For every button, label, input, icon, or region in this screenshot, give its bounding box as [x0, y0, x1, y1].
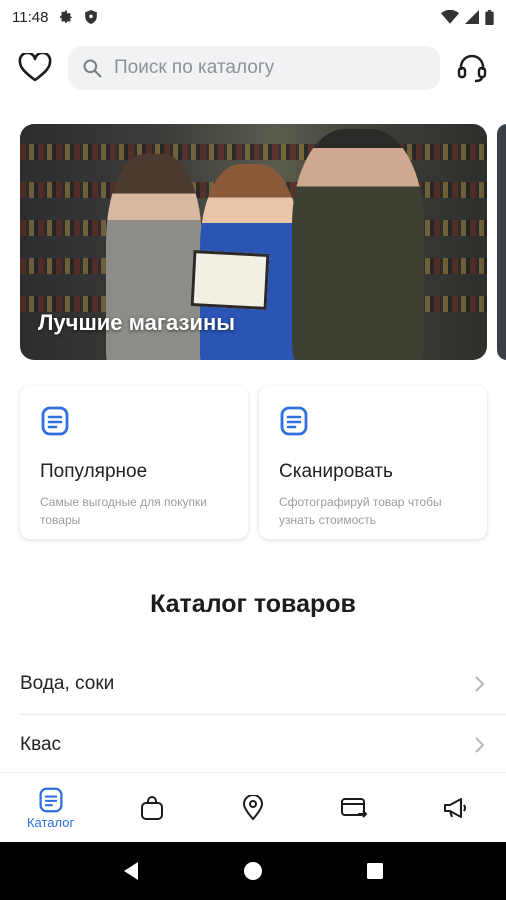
- favorites-heart-icon[interactable]: [18, 53, 52, 83]
- next-banner-peek[interactable]: [497, 124, 506, 360]
- nav-stores[interactable]: [202, 773, 303, 843]
- back-triangle-icon[interactable]: [122, 861, 140, 881]
- catalog-item[interactable]: Квас: [0, 715, 506, 775]
- chevron-right-icon: [475, 737, 485, 753]
- catalog-icon: [39, 787, 63, 812]
- catalog-item-label: Квас: [20, 734, 62, 755]
- bag-icon: [140, 796, 163, 820]
- top-bar: [0, 44, 506, 92]
- card-title: Сканировать: [279, 461, 393, 482]
- wifi-icon: [441, 10, 459, 24]
- nav-label: Каталог: [26, 814, 75, 830]
- nav-bag[interactable]: [101, 773, 202, 843]
- signal-icon: [465, 10, 479, 24]
- catalog-item[interactable]: Вода, соки: [0, 654, 506, 714]
- bottom-navigation: Каталог: [0, 772, 506, 843]
- scan-card[interactable]: Сканировать Сфотографируй товар чтобы уз…: [259, 386, 487, 539]
- megaphone-icon: [444, 798, 467, 818]
- chevron-right-icon: [475, 676, 485, 692]
- search-box[interactable]: [68, 46, 440, 90]
- status-time: 11:48: [12, 8, 49, 26]
- document-list-icon: [41, 406, 69, 436]
- card-title: Популярное: [40, 461, 148, 482]
- document-list-icon: [280, 406, 308, 436]
- card-description: Самые выгодные для покупки товары: [40, 495, 207, 527]
- search-input[interactable]: [112, 56, 416, 80]
- promo-banner[interactable]: Лучшие магазины: [20, 124, 487, 360]
- home-circle-icon[interactable]: [243, 861, 263, 881]
- nav-cards[interactable]: [304, 773, 405, 843]
- popular-card[interactable]: Популярное Самые выгодные для покупки то…: [20, 386, 248, 539]
- location-pin-icon: [242, 795, 264, 821]
- card-description: Сфотографируй товар чтобы узнать стоимос…: [279, 495, 442, 527]
- support-headset-icon[interactable]: [456, 52, 488, 84]
- recents-square-icon[interactable]: [366, 862, 384, 880]
- status-bar: 11:48: [0, 0, 506, 34]
- battery-icon: [485, 9, 494, 25]
- search-icon: [83, 59, 102, 78]
- shelf-bottles: [20, 144, 487, 160]
- catalog-item-label: Вода, соки: [20, 673, 115, 694]
- person-photo: [292, 129, 424, 360]
- shield-icon: [85, 10, 98, 24]
- settings-icon: [60, 10, 73, 23]
- nav-promotions[interactable]: [405, 773, 506, 843]
- nav-catalog[interactable]: Каталог: [0, 773, 101, 843]
- certificate-frame: [190, 250, 270, 310]
- system-navigation-bar: [0, 842, 506, 900]
- banner-title: Лучшие магазины: [38, 310, 236, 335]
- catalog-heading: Каталог товаров: [150, 590, 356, 618]
- card-transfer-icon: [341, 798, 368, 818]
